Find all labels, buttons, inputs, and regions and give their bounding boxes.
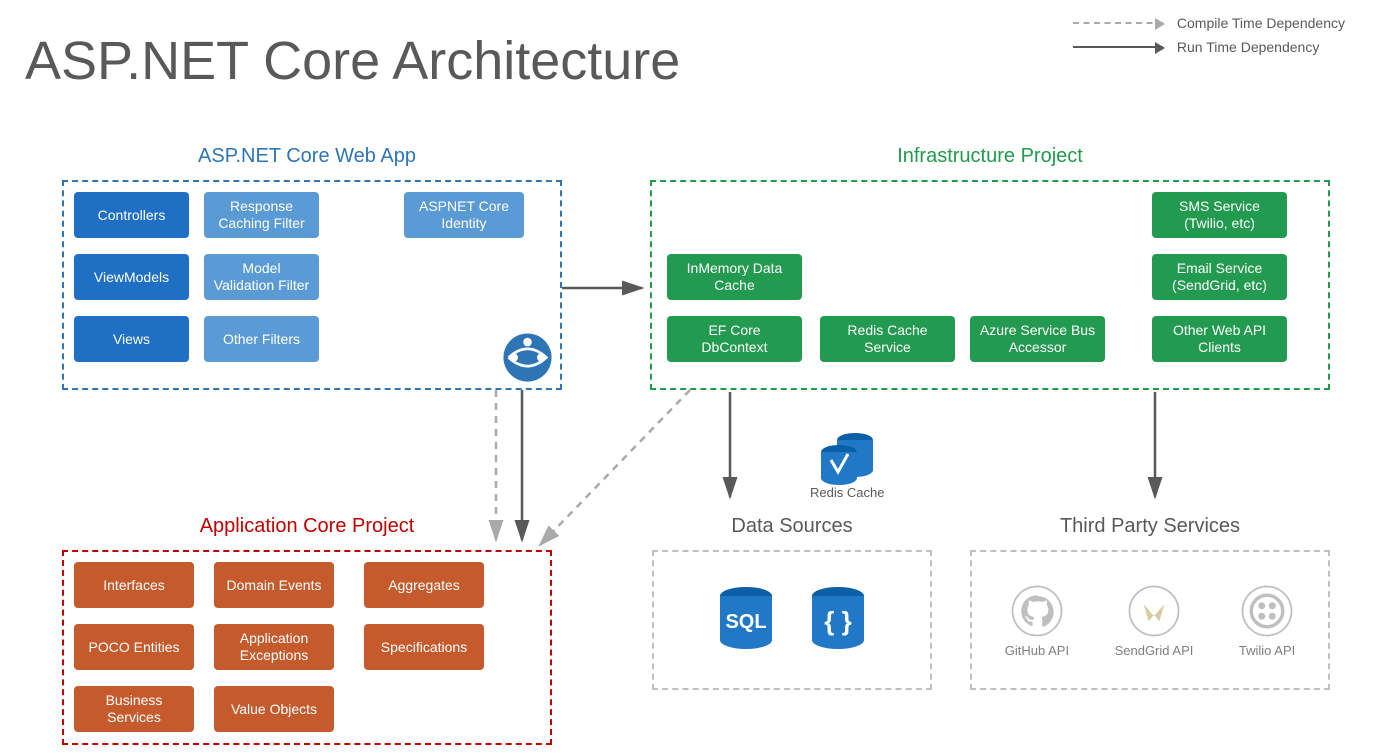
legend-runtime-label: Run Time Dependency bbox=[1177, 39, 1319, 55]
arrow-infra-to-thirdparty bbox=[1145, 392, 1165, 507]
sendgrid-api-service: SendGrid API bbox=[1115, 583, 1194, 658]
arrow-infra-to-datasources bbox=[720, 392, 740, 507]
legend-compile-row: Compile Time Dependency bbox=[1073, 15, 1345, 31]
card-domain-events: Domain Events bbox=[214, 562, 334, 608]
card-interfaces: Interfaces bbox=[74, 562, 194, 608]
page-title: ASP.NET Core Architecture bbox=[25, 30, 680, 92]
core-box: Interfaces POCO Entities Business Servic… bbox=[62, 550, 552, 745]
card-efcore: EF Core DbContext bbox=[667, 316, 802, 362]
card-poco: POCO Entities bbox=[74, 624, 194, 670]
sql-database-icon: SQL bbox=[710, 584, 782, 656]
twilio-icon bbox=[1239, 583, 1295, 639]
twilio-api-service: Twilio API bbox=[1239, 583, 1295, 658]
redis-cache-label: Redis Cache bbox=[810, 485, 884, 500]
core-title: Application Core Project bbox=[62, 515, 552, 538]
card-email: Email Service (SendGrid, etc) bbox=[1152, 254, 1287, 300]
arrow-solid-icon bbox=[1073, 46, 1163, 48]
arrow-webapp-to-infra bbox=[562, 278, 652, 298]
card-views: Views bbox=[74, 316, 189, 362]
redis-cache-icon: Redis Cache bbox=[810, 430, 884, 500]
data-sources-box: SQL { } bbox=[652, 550, 932, 690]
card-azurebus: Azure Service Bus Accessor bbox=[970, 316, 1105, 362]
infra-title: Infrastructure Project bbox=[650, 145, 1330, 168]
card-model-validation: Model Validation Filter bbox=[204, 254, 319, 300]
github-label: GitHub API bbox=[1005, 643, 1069, 658]
webapp-box: Controllers ViewModels Views Response Ca… bbox=[62, 180, 562, 390]
github-icon bbox=[1009, 583, 1065, 639]
legend-compile-label: Compile Time Dependency bbox=[1177, 15, 1345, 31]
card-sms: SMS Service (Twilio, etc) bbox=[1152, 192, 1287, 238]
infra-box: InMemory Data Cache EF Core DbContext Re… bbox=[650, 180, 1330, 390]
card-otherapi: Other Web API Clients bbox=[1152, 316, 1287, 362]
third-party-title: Third Party Services bbox=[970, 515, 1330, 538]
legend: Compile Time Dependency Run Time Depende… bbox=[1073, 15, 1345, 63]
sendgrid-icon bbox=[1126, 583, 1182, 639]
card-other-filters: Other Filters bbox=[204, 316, 319, 362]
documentdb-database-icon: { } bbox=[802, 584, 874, 656]
card-business: Business Services bbox=[74, 686, 194, 732]
card-inmemory: InMemory Data Cache bbox=[667, 254, 802, 300]
card-aggregates: Aggregates bbox=[364, 562, 484, 608]
card-value-objects: Value Objects bbox=[214, 686, 334, 732]
card-redis: Redis Cache Service bbox=[820, 316, 955, 362]
github-api-service: GitHub API bbox=[1005, 583, 1069, 658]
svg-text:{ }: { } bbox=[824, 606, 851, 636]
webapp-title: ASP.NET Core Web App bbox=[62, 145, 552, 168]
card-viewmodels: ViewModels bbox=[74, 254, 189, 300]
app-service-icon bbox=[500, 330, 555, 385]
third-party-box: GitHub API SendGrid API Twilio API bbox=[970, 550, 1330, 690]
card-specifications: Specifications bbox=[364, 624, 484, 670]
legend-runtime-row: Run Time Dependency bbox=[1073, 39, 1345, 55]
card-app-exceptions: Application Exceptions bbox=[214, 624, 334, 670]
twilio-label: Twilio API bbox=[1239, 643, 1295, 658]
svg-text:SQL: SQL bbox=[725, 611, 766, 633]
sendgrid-label: SendGrid API bbox=[1115, 643, 1194, 658]
data-sources-title: Data Sources bbox=[652, 515, 932, 538]
card-controllers: Controllers bbox=[74, 192, 189, 238]
card-response-caching: Response Caching Filter bbox=[204, 192, 319, 238]
card-identity: ASPNET Core Identity bbox=[404, 192, 524, 238]
arrow-dashed-icon bbox=[1073, 22, 1163, 24]
